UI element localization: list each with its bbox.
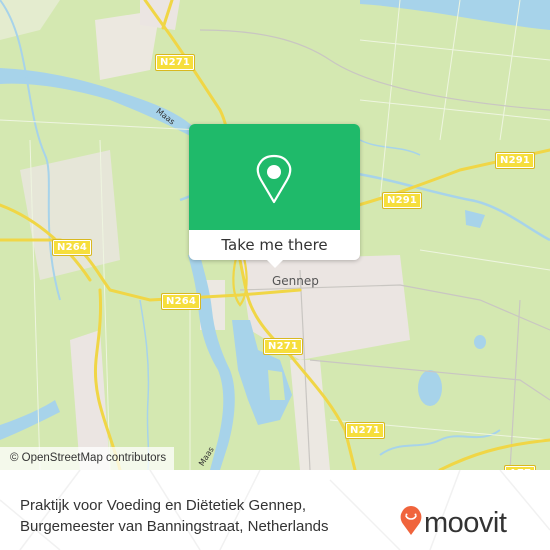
road-shield-n291: N291 [381, 192, 423, 209]
take-me-there-button[interactable]: Take me there [189, 230, 360, 260]
location-street: Burgemeester van Banningstraat, Netherla… [20, 518, 329, 535]
road-shield-n264: N264 [160, 293, 202, 310]
map-canvas[interactable]: N271 N264 N264 N291 N291 N271 N271 A77 G… [0, 0, 550, 470]
road-shield-n264: N264 [51, 239, 93, 256]
location-address: Praktijk voor Voeding en Diëtetiek Genne… [20, 495, 329, 537]
moovit-pin-icon [400, 506, 422, 540]
location-popup: Take me there [189, 124, 360, 268]
location-name: Praktijk voor Voeding en Diëtetiek Genne… [20, 497, 307, 514]
moovit-logo[interactable]: moovit [400, 506, 507, 540]
road-shield-n271: N271 [344, 422, 386, 439]
popup-header [189, 124, 360, 230]
moovit-wordmark: moovit [424, 506, 507, 539]
map-widget: N271 N264 N264 N291 N291 N271 N271 A77 G… [0, 0, 550, 550]
popup-pointer [266, 259, 284, 268]
place-label-gennep: Gennep [272, 274, 319, 288]
road-shield-n291: N291 [494, 152, 536, 169]
road-shield-n271: N271 [154, 54, 196, 71]
road-shield-n271: N271 [262, 338, 304, 355]
osm-attribution[interactable]: © OpenStreetMap contributors [0, 447, 175, 470]
